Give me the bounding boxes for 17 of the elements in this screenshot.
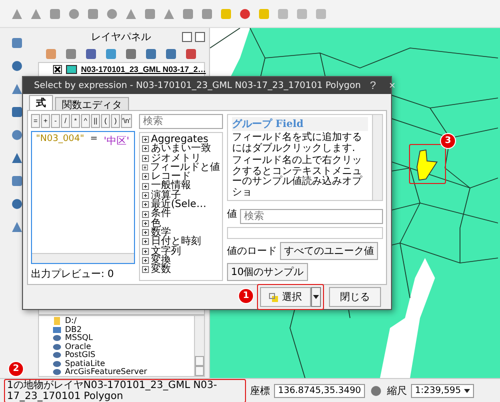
status-message: 1の地物がレイヤN03-170101_23_GML N03-17_23_170101 Polygon — [7, 380, 218, 402]
string-token: '中区' — [104, 134, 130, 148]
help-text: フィールド名を式に追加するにはダブルクリックします. — [232, 133, 363, 154]
step-badge: 2 — [8, 361, 24, 377]
scale-label: 縮尺 — [387, 384, 408, 398]
load-label: 値のロード — [227, 245, 277, 258]
field-token: "N03_004" — [36, 134, 84, 144]
step-badge: 1 — [238, 288, 254, 304]
dialog-title: Select by expression - N03-170101_23_GML N03-17_23_170101 Polygon — [34, 80, 361, 90]
step-badge: 3 — [440, 133, 456, 149]
panel-title: レイヤパネル — [91, 30, 151, 44]
output-preview: 出力プレビュー: 0 — [31, 268, 115, 281]
values-label: 値 — [227, 208, 237, 221]
help-text: フィールド名の上で右クリックするとコンテキストメニューのサンプル値読み込みオプショ — [232, 156, 364, 198]
coordinate-label: 座標 — [250, 384, 270, 398]
help-heading: グループ Field — [232, 117, 368, 131]
operator-token: = — [90, 134, 98, 144]
